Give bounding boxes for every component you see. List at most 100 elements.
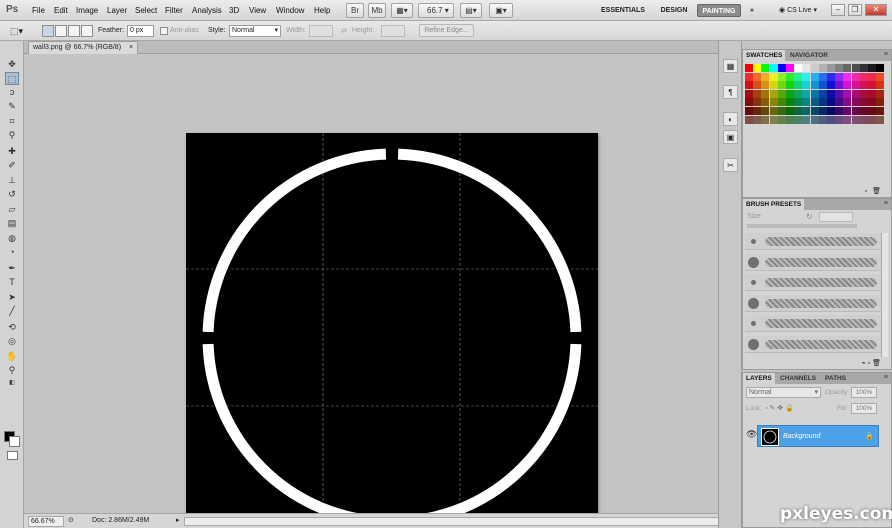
color-swatch[interactable] — [761, 98, 770, 107]
color-swatch[interactable] — [745, 72, 753, 81]
tools-panel-icon[interactable]: ✂ — [723, 158, 738, 172]
color-swatch[interactable] — [835, 115, 844, 124]
color-swatch[interactable] — [810, 115, 819, 124]
layer-row-background[interactable]: Background 🔒 — [757, 425, 879, 447]
color-swatch[interactable] — [851, 89, 860, 98]
color-swatch[interactable] — [786, 72, 794, 81]
subtract-selection-icon[interactable] — [68, 25, 80, 37]
color-swatch[interactable] — [843, 98, 852, 107]
masks-panel-icon[interactable]: ▣ — [723, 130, 738, 144]
shape-tool-icon[interactable]: ╱ — [5, 305, 19, 318]
eyedropper-tool-icon[interactable]: ⚲ — [5, 129, 19, 142]
panel-menu-icon[interactable]: ≡ — [884, 51, 888, 58]
color-swatch[interactable] — [827, 107, 835, 115]
width-input[interactable] — [309, 25, 333, 37]
brush-panel-menu-icon[interactable]: ≡ — [884, 200, 888, 207]
tab-channels[interactable]: CHANNELS — [777, 373, 819, 384]
color-swatch[interactable] — [794, 115, 803, 124]
add-to-selection-icon[interactable] — [55, 25, 67, 37]
tool-preset-picker-icon[interactable]: ⬚▾ — [10, 25, 23, 37]
color-swatch[interactable] — [810, 81, 819, 90]
pen-tool-icon[interactable]: ✒ — [5, 262, 19, 275]
tab-navigator[interactable]: NAVIGATOR — [787, 50, 831, 61]
menu-help[interactable]: Help — [314, 6, 330, 15]
color-swatch[interactable] — [835, 64, 844, 72]
screen-mode-button[interactable]: ▣▾ — [489, 3, 513, 18]
color-swatch[interactable] — [827, 89, 835, 98]
color-swatch[interactable] — [827, 98, 835, 107]
menu-select[interactable]: Select — [135, 6, 157, 15]
color-swatch[interactable] — [810, 72, 819, 81]
height-input[interactable] — [381, 25, 405, 37]
color-swatch[interactable] — [777, 81, 786, 90]
reset-size-icon[interactable]: ↻ — [806, 212, 813, 221]
color-swatch[interactable] — [851, 107, 860, 115]
zoom-level-dropdown[interactable]: 66.7 ▾ — [418, 3, 454, 18]
gradient-tool-icon[interactable]: ▤ — [5, 217, 19, 230]
mini-bridge-button[interactable]: Mb — [368, 3, 386, 18]
bridge-button[interactable]: Br — [346, 3, 364, 18]
brush-preset-item[interactable] — [745, 335, 883, 353]
color-swatch[interactable] — [753, 89, 762, 98]
color-swatch[interactable] — [769, 98, 778, 107]
lock-icons[interactable]: ▫ ✎ ✥ 🔒 — [765, 404, 794, 412]
color-swatch[interactable] — [761, 81, 770, 90]
new-swatch-icon[interactable]: ▫ — [865, 188, 867, 195]
color-swatch[interactable] — [769, 89, 778, 98]
workspace-essentials[interactable]: ESSENTIALS — [598, 4, 648, 17]
tab-paths[interactable]: PATHS — [822, 373, 849, 384]
color-swatch[interactable] — [761, 64, 770, 72]
style-select[interactable]: Normal ▾ — [229, 25, 281, 37]
minimize-icon[interactable]: – — [831, 4, 845, 16]
view-extras-button[interactable]: ▦▾ — [391, 3, 413, 18]
color-swatch[interactable] — [835, 107, 844, 115]
color-swatch[interactable] — [786, 81, 794, 90]
color-swatch[interactable] — [818, 81, 827, 90]
refine-edge-button[interactable]: Refine Edge... — [419, 24, 474, 37]
swap-icon[interactable]: ⇄ — [341, 27, 347, 35]
workspace-design[interactable]: DESIGN — [656, 4, 692, 17]
color-swatch[interactable] — [810, 89, 819, 98]
brush-list-scrollbar[interactable] — [881, 233, 888, 357]
tab-brush-presets[interactable]: BRUSH PRESETS — [743, 199, 805, 210]
color-swatch[interactable] — [859, 115, 868, 124]
tab-swatches[interactable]: SWATCHES — [743, 50, 786, 61]
menu-3d[interactable]: 3D — [229, 6, 239, 15]
intersect-selection-icon[interactable] — [81, 25, 93, 37]
horizontal-scrollbar[interactable] — [184, 517, 724, 526]
color-swatch[interactable] — [835, 72, 844, 81]
hand-tool-icon[interactable]: ✋ — [5, 350, 19, 363]
color-swatch[interactable] — [868, 64, 876, 72]
3d-rotate-tool-icon[interactable]: ⟲ — [5, 321, 19, 334]
color-swatch[interactable] — [761, 115, 770, 124]
color-swatch[interactable] — [818, 89, 827, 98]
color-swatch[interactable] — [786, 107, 794, 115]
feather-input[interactable]: 0 px — [127, 25, 154, 37]
color-swatch[interactable] — [769, 81, 778, 90]
zoom-tool-icon[interactable]: ⚲ — [5, 364, 19, 377]
more-workspaces-button[interactable]: » — [746, 4, 758, 17]
status-options-icon[interactable]: ⊙ — [68, 516, 74, 524]
color-swatch[interactable] — [868, 81, 876, 90]
path-selection-tool-icon[interactable]: ➤ — [5, 291, 19, 304]
brush-preset-item[interactable] — [745, 233, 883, 250]
color-swatch[interactable] — [868, 72, 876, 81]
color-swatch[interactable] — [810, 64, 819, 72]
color-swatch[interactable] — [769, 64, 778, 72]
color-swatch[interactable] — [753, 64, 762, 72]
color-swatch[interactable] — [827, 115, 835, 124]
color-swatch[interactable] — [859, 107, 868, 115]
color-swatch[interactable] — [827, 72, 835, 81]
color-swatch[interactable] — [753, 98, 762, 107]
document-tab[interactable]: wall3.png @ 66.7% (RGB/8) × — [28, 41, 139, 54]
delete-swatch-icon[interactable]: 🗑 — [872, 187, 881, 195]
color-swatch[interactable] — [851, 64, 860, 72]
color-swatch[interactable] — [859, 98, 868, 107]
document-canvas[interactable] — [186, 133, 598, 528]
color-swatch[interactable] — [843, 81, 852, 90]
menu-file[interactable]: File — [32, 6, 45, 15]
size-slider[interactable] — [747, 224, 857, 228]
crop-tool-icon[interactable]: ⌗ — [5, 115, 19, 128]
quick-mask-icon[interactable] — [7, 451, 18, 460]
color-swatch[interactable] — [802, 81, 811, 90]
